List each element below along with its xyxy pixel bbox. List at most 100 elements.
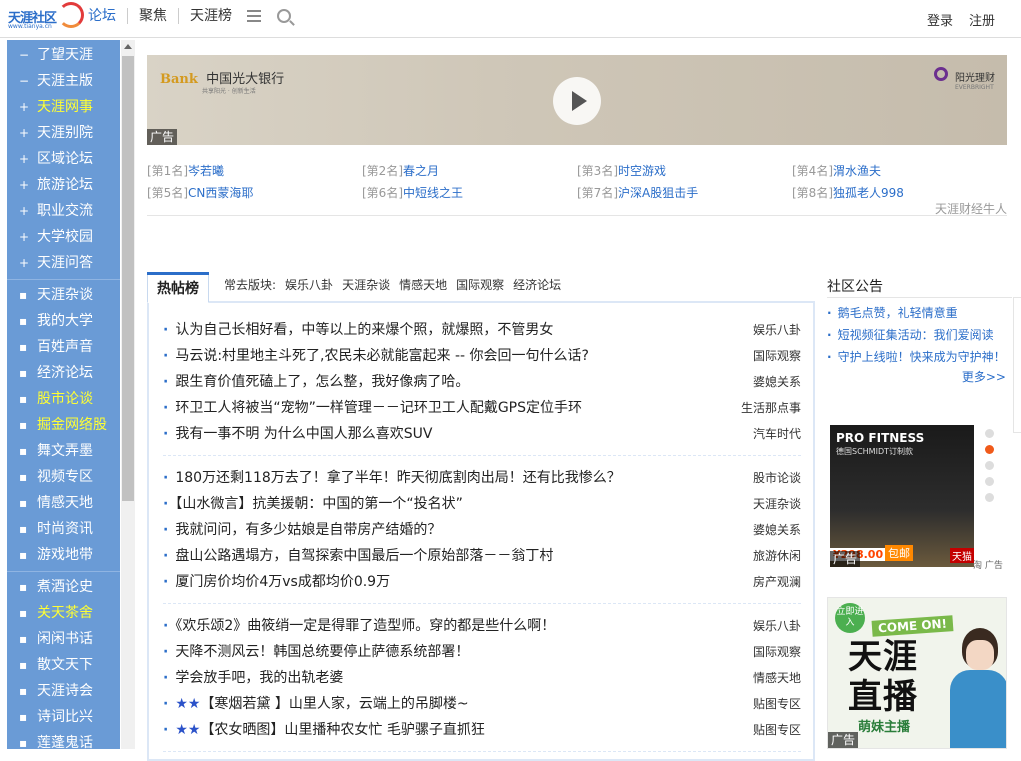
more-link[interactable]: 更多>> [827, 368, 1012, 385]
rank-user-name[interactable]: 独孤老人998 [833, 186, 904, 200]
sidebar-item[interactable]: + 大学校园 [7, 224, 120, 250]
frequent-board[interactable]: 国际观察 [456, 276, 504, 293]
post-board-link[interactable]: 婆媳关系 [753, 369, 801, 395]
post-board-link[interactable]: 天涯杂谈 [753, 491, 801, 517]
post-board-link[interactable]: 旅游休闲 [753, 543, 801, 569]
scroll-up-arrow-icon[interactable] [124, 44, 132, 49]
post-board-link[interactable]: 国际观察 [753, 343, 801, 369]
carousel-dot[interactable] [985, 493, 994, 502]
post-board-link[interactable]: 国际观察 [753, 639, 801, 665]
post-title-link[interactable]: ★★【寒烟若黛 】山里人家，云端上的吊脚楼~ [163, 691, 468, 717]
sidebar-item[interactable]: ▪ 煮酒论史 [7, 574, 120, 600]
post-title-link[interactable]: 学会放手吧，我的出轨老婆 [163, 665, 343, 691]
carousel-dot[interactable] [985, 429, 994, 438]
notice-item[interactable]: 短视频征集活动：我们爱阅读 [827, 324, 1012, 346]
post-title-link[interactable]: 盘山公路遇塌方，自驾探索中国最后一个原始部落－－翁丁村 [163, 543, 553, 569]
post-title-link[interactable]: 马云说:村里地主斗死了,农民未必就能富起来 -- 你会回一句什么话? [163, 343, 589, 369]
play-button[interactable] [553, 77, 601, 125]
sidebar-item[interactable]: ▪ 股市论谈 [7, 386, 120, 412]
ranking-footer-label[interactable]: 天涯财经牛人 [935, 200, 1007, 217]
post-title-link[interactable]: 我就问问，有多少姑娘是自带房产结婚的？ [163, 517, 441, 543]
rank-entry[interactable]: [第4名]渭水渔夫 [792, 160, 1007, 182]
enter-badge[interactable]: 立即进入 [835, 603, 865, 633]
sidebar-item[interactable]: ▪ 情感天地 [7, 490, 120, 516]
post-title-link[interactable]: 认为自己长相好看，中等以上的来爆个照，就爆照，不管男女 [163, 317, 553, 343]
live-stream-ad[interactable]: 立即进入 COME ON! 天涯 直播 萌妹主播 广告 [827, 597, 1007, 749]
rank-user-name[interactable]: 春之月 [403, 164, 439, 178]
rank-user-name[interactable]: 渭水渔夫 [833, 164, 881, 178]
post-board-link[interactable]: 生活那点事 [741, 395, 801, 421]
frequent-board[interactable]: 天涯杂谈 [342, 276, 390, 293]
sidebar-item[interactable]: ▪ 闲闲书话 [7, 626, 120, 652]
fitness-ad[interactable]: PRO FITNESS 德国SCHMIDT订制款 ¥298.00 包邮 天猫 广… [827, 425, 1007, 572]
post-board-link[interactable]: 贴图专区 [753, 691, 801, 717]
sidebar-item[interactable]: + 职业交流 [7, 198, 120, 224]
rank-entry[interactable]: [第3名]时空游戏 [577, 160, 792, 182]
nav-forum[interactable]: 论坛 [88, 8, 127, 24]
post-title-link[interactable]: 《欢乐颂2》曲筱绡一定是得罪了造型师。穿的都是些什么啊！ [163, 613, 555, 639]
sidebar-item[interactable]: ▪ 天涯诗会 [7, 678, 120, 704]
post-board-link[interactable]: 娱乐八卦 [753, 317, 801, 343]
frequent-board[interactable]: 娱乐八卦 [285, 276, 333, 293]
rank-user-name[interactable]: 中短线之王 [403, 186, 463, 200]
sidebar-item[interactable]: ▪ 散文天下 [7, 652, 120, 678]
sidebar-item[interactable]: − 了望天涯 [7, 42, 120, 68]
post-title-link[interactable]: ★★【农女晒图】山里播种农女忙 毛驴骡子直抓狂 [163, 717, 485, 743]
post-title-link[interactable]: 我有一事不明 为什么中国人那么喜欢SUV [163, 421, 432, 447]
carousel-dot-active[interactable] [985, 445, 994, 454]
tianya-logo[interactable]: 天涯社区 www.tianya.cn [8, 2, 84, 34]
carousel-dot[interactable] [985, 461, 994, 470]
sidebar-item[interactable]: ▪ 天涯杂谈 [7, 282, 120, 308]
post-title-link[interactable]: 厦门房价均价4万vs成都均价0.9万 [163, 569, 390, 595]
video-ad-banner[interactable]: Bank 中国光大银行 共享阳光 · 创新生活 阳光理财 EVERBRIGHT … [147, 55, 1007, 145]
post-board-link[interactable]: 娱乐八卦 [753, 613, 801, 639]
sidebar-item[interactable]: + 天涯问答 [7, 250, 120, 276]
post-title-link[interactable]: 跟生育价值死磕上了，怎么整，我好像病了哈。 [163, 369, 469, 395]
rank-user-name[interactable]: 时空游戏 [618, 164, 666, 178]
sidebar-item[interactable]: ▪ 莲蓬鬼话 [7, 730, 120, 749]
sidebar-item[interactable]: ▪ 舞文弄墨 [7, 438, 120, 464]
sidebar-item[interactable]: ▪ 游戏地带 [7, 542, 120, 568]
notice-item[interactable]: 守护上线啦！快来成为守护神！ [827, 346, 1012, 368]
post-board-link[interactable]: 汽车时代 [753, 421, 801, 447]
post-board-link[interactable]: 婆媳关系 [753, 517, 801, 543]
post-title-link[interactable]: 180万还剩118万去了！拿了半年！昨天彻底割肉出局！还有比我惨么？ [163, 465, 620, 491]
rank-user-name[interactable]: 岑若曦 [188, 164, 224, 178]
post-title-link[interactable]: 环卫工人将被当“宠物”一样管理－－记环卫工人配戴GPS定位手环 [163, 395, 582, 421]
rank-user-name[interactable]: 沪深A股狙击手 [618, 186, 698, 200]
nav-focus[interactable]: 聚焦 [127, 8, 178, 24]
rank-entry[interactable]: [第2名]春之月 [362, 160, 577, 182]
sidebar-item[interactable]: + 旅游论坛 [7, 172, 120, 198]
sidebar-item[interactable]: ▪ 时尚资讯 [7, 516, 120, 542]
carousel-dot[interactable] [985, 477, 994, 486]
sidebar-item[interactable]: + 天涯网事 [7, 94, 120, 120]
frequent-board[interactable]: 经济论坛 [513, 276, 561, 293]
sidebar-item[interactable]: ▪ 关天茶舍 [7, 600, 120, 626]
sidebar-item[interactable]: − 天涯主版 [7, 68, 120, 94]
sidebar-item[interactable]: ▪ 我的大学 [7, 308, 120, 334]
post-board-link[interactable]: 房产观澜 [753, 569, 801, 595]
sidebar-item[interactable]: ▪ 视频专区 [7, 464, 120, 490]
post-title-link[interactable]: 【山水微言】抗美援朝：中国的第一个“投名状” [163, 491, 463, 517]
register-link[interactable]: 注册 [969, 10, 995, 29]
nav-ranking[interactable]: 天涯榜 [178, 8, 243, 24]
sidebar-item[interactable]: ▪ 经济论坛 [7, 360, 120, 386]
search-icon[interactable] [277, 9, 291, 23]
scroll-thumb[interactable] [122, 56, 134, 501]
post-title-link[interactable]: 天降不测风云！韩国总统要停止萨德系统部署！ [163, 639, 469, 665]
tab-hot-posts[interactable]: 热帖榜 [147, 272, 209, 303]
frequent-board[interactable]: 情感天地 [399, 276, 447, 293]
sidebar-item[interactable]: ▪ 掘金网络股 [7, 412, 120, 438]
menu-icon[interactable] [247, 10, 261, 22]
post-board-link[interactable]: 贴图专区 [753, 717, 801, 743]
rank-entry[interactable]: [第1名]岑若曦 [147, 160, 362, 182]
sidebar-scrollbar[interactable] [121, 40, 135, 749]
sidebar-item[interactable]: + 区域论坛 [7, 146, 120, 172]
notice-item[interactable]: 鹅毛点赞，礼轻情意重 [827, 302, 1012, 324]
sidebar-item[interactable]: + 天涯别院 [7, 120, 120, 146]
login-link[interactable]: 登录 [927, 10, 953, 29]
sidebar-item[interactable]: ▪ 百姓声音 [7, 334, 120, 360]
post-board-link[interactable]: 情感天地 [753, 665, 801, 691]
rank-user-name[interactable]: CN西蒙海耶 [188, 186, 253, 200]
post-board-link[interactable]: 股市论谈 [753, 465, 801, 491]
